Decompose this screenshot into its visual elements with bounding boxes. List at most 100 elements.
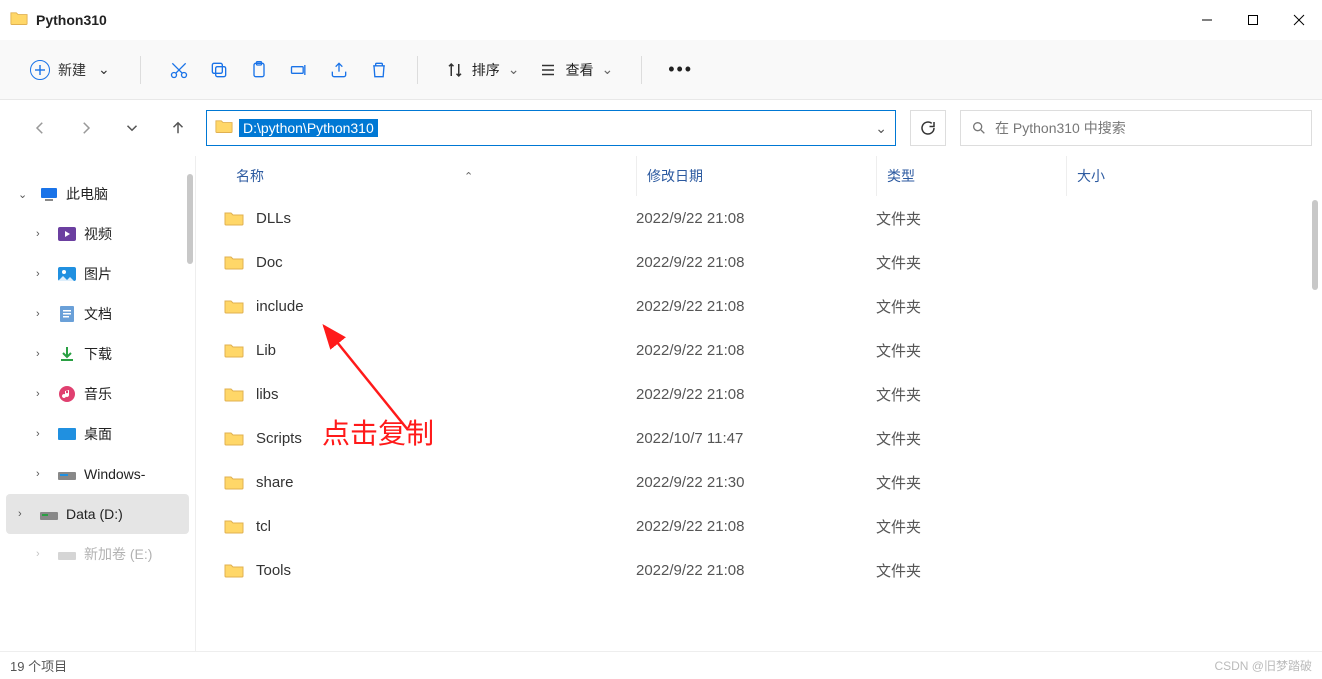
address-bar[interactable]: D:\python\Python310 ⌄ bbox=[206, 110, 896, 146]
search-placeholder: 在 Python310 中搜索 bbox=[995, 118, 1126, 138]
chevron-right-icon: › bbox=[18, 508, 32, 520]
column-name[interactable]: 名称 ⌃ bbox=[236, 166, 636, 186]
file-name: Lib bbox=[256, 342, 636, 359]
file-type: 文件夹 bbox=[876, 340, 1066, 361]
rename-button[interactable] bbox=[279, 50, 319, 90]
separator bbox=[417, 56, 418, 84]
folder-icon bbox=[224, 210, 256, 226]
view-button[interactable]: 查看 ⌄ bbox=[529, 54, 623, 86]
delete-button[interactable] bbox=[359, 50, 399, 90]
sidebar-item-documents[interactable]: › 文档 bbox=[0, 294, 195, 334]
folder-icon bbox=[224, 298, 256, 314]
video-icon bbox=[58, 225, 76, 243]
file-date: 2022/9/22 21:08 bbox=[636, 342, 876, 359]
sidebar-item-label: 视频 bbox=[84, 224, 112, 244]
maximize-button[interactable] bbox=[1230, 0, 1276, 40]
separator bbox=[641, 56, 642, 84]
main-area: ⌄ 此电脑 › 视频 › 图片 › 文档 › 下载 bbox=[0, 156, 1322, 651]
refresh-button[interactable] bbox=[910, 110, 946, 146]
share-button[interactable] bbox=[319, 50, 359, 90]
close-button[interactable] bbox=[1276, 0, 1322, 40]
sidebar-item-label: 图片 bbox=[84, 264, 112, 284]
file-list: 名称 ⌃ 修改日期 类型 大小 DLLs2022/9/22 21:08文件夹Do… bbox=[196, 156, 1322, 651]
sidebar-scrollbar[interactable] bbox=[187, 174, 193, 264]
chevron-down-icon: ⌄ bbox=[508, 61, 520, 78]
sort-button[interactable]: 排序 ⌄ bbox=[436, 54, 530, 86]
sidebar-item-this-pc[interactable]: ⌄ 此电脑 bbox=[0, 174, 195, 214]
column-date-label: 修改日期 bbox=[647, 166, 703, 186]
chevron-down-icon: ⌄ bbox=[98, 61, 110, 78]
chevron-right-icon: › bbox=[36, 388, 50, 400]
table-row[interactable]: Lib2022/9/22 21:08文件夹 bbox=[196, 328, 1322, 372]
table-row[interactable]: tcl2022/9/22 21:08文件夹 bbox=[196, 504, 1322, 548]
sidebar-item-label: 下载 bbox=[84, 344, 112, 364]
sidebar-item-music[interactable]: › 音乐 bbox=[0, 374, 195, 414]
folder-icon bbox=[224, 474, 256, 490]
folder-icon bbox=[10, 11, 28, 29]
sidebar-item-desktop[interactable]: › 桌面 bbox=[0, 414, 195, 454]
sidebar-item-volume-e[interactable]: › 新加卷 (E:) bbox=[0, 534, 195, 574]
column-type[interactable]: 类型 bbox=[876, 156, 1066, 196]
sidebar-item-pictures[interactable]: › 图片 bbox=[0, 254, 195, 294]
folder-icon bbox=[224, 254, 256, 270]
drive-icon bbox=[40, 505, 58, 523]
minimize-button[interactable] bbox=[1184, 0, 1230, 40]
search-icon bbox=[971, 120, 987, 136]
more-button[interactable]: ••• bbox=[660, 59, 701, 80]
plus-circle-icon bbox=[30, 60, 50, 80]
sidebar-item-windows-drive[interactable]: › Windows- bbox=[0, 454, 195, 494]
chevron-right-icon: › bbox=[36, 468, 50, 480]
sidebar-item-data-d[interactable]: › Data (D:) bbox=[6, 494, 189, 534]
new-button-label: 新建 bbox=[58, 60, 86, 80]
copy-button[interactable] bbox=[199, 50, 239, 90]
folder-icon bbox=[224, 430, 256, 446]
new-button[interactable]: 新建 ⌄ bbox=[18, 54, 122, 86]
column-size-label: 大小 bbox=[1077, 166, 1105, 186]
column-size[interactable]: 大小 bbox=[1066, 156, 1322, 196]
folder-icon bbox=[224, 562, 256, 578]
search-input[interactable]: 在 Python310 中搜索 bbox=[960, 110, 1312, 146]
address-path[interactable]: D:\python\Python310 bbox=[239, 119, 378, 137]
sidebar-item-videos[interactable]: › 视频 bbox=[0, 214, 195, 254]
table-row[interactable]: Scripts2022/10/7 11:47文件夹 bbox=[196, 416, 1322, 460]
table-row[interactable]: Tools2022/9/22 21:08文件夹 bbox=[196, 548, 1322, 592]
up-button[interactable] bbox=[160, 110, 196, 146]
file-rows: DLLs2022/9/22 21:08文件夹Doc2022/9/22 21:08… bbox=[196, 196, 1322, 651]
sidebar-item-label: 此电脑 bbox=[66, 184, 108, 204]
view-button-label: 查看 bbox=[565, 60, 593, 80]
paste-button[interactable] bbox=[239, 50, 279, 90]
file-type: 文件夹 bbox=[876, 384, 1066, 405]
folder-icon bbox=[215, 119, 233, 137]
sidebar-item-label: 音乐 bbox=[84, 384, 112, 404]
window-controls bbox=[1184, 0, 1322, 40]
file-date: 2022/9/22 21:08 bbox=[636, 562, 876, 579]
forward-button[interactable] bbox=[68, 110, 104, 146]
file-type: 文件夹 bbox=[876, 428, 1066, 449]
music-icon bbox=[58, 385, 76, 403]
chevron-down-icon: ⌄ bbox=[18, 188, 32, 201]
table-row[interactable]: share2022/9/22 21:30文件夹 bbox=[196, 460, 1322, 504]
table-row[interactable]: libs2022/9/22 21:08文件夹 bbox=[196, 372, 1322, 416]
chevron-down-icon[interactable]: ⌄ bbox=[875, 120, 887, 137]
filelist-scrollbar[interactable] bbox=[1312, 200, 1318, 290]
table-row[interactable]: Doc2022/9/22 21:08文件夹 bbox=[196, 240, 1322, 284]
table-row[interactable]: DLLs2022/9/22 21:08文件夹 bbox=[196, 196, 1322, 240]
file-name: include bbox=[256, 298, 636, 315]
sidebar-item-downloads[interactable]: › 下载 bbox=[0, 334, 195, 374]
column-headers: 名称 ⌃ 修改日期 类型 大小 bbox=[196, 156, 1322, 196]
recent-button[interactable] bbox=[114, 110, 150, 146]
cut-button[interactable] bbox=[159, 50, 199, 90]
column-date[interactable]: 修改日期 bbox=[636, 156, 876, 196]
file-name: Doc bbox=[256, 254, 636, 271]
sidebar-item-label: 新加卷 (E:) bbox=[84, 544, 152, 564]
file-type: 文件夹 bbox=[876, 472, 1066, 493]
folder-icon bbox=[224, 342, 256, 358]
chevron-right-icon: › bbox=[36, 548, 50, 560]
docs-icon bbox=[58, 305, 76, 323]
drive-icon bbox=[58, 465, 76, 483]
separator bbox=[140, 56, 141, 84]
table-row[interactable]: include2022/9/22 21:08文件夹 bbox=[196, 284, 1322, 328]
folder-icon bbox=[224, 386, 256, 402]
back-button[interactable] bbox=[22, 110, 58, 146]
explorer-window: Python310 新建 ⌄ 排序 ⌄ 查看 bbox=[0, 0, 1322, 679]
